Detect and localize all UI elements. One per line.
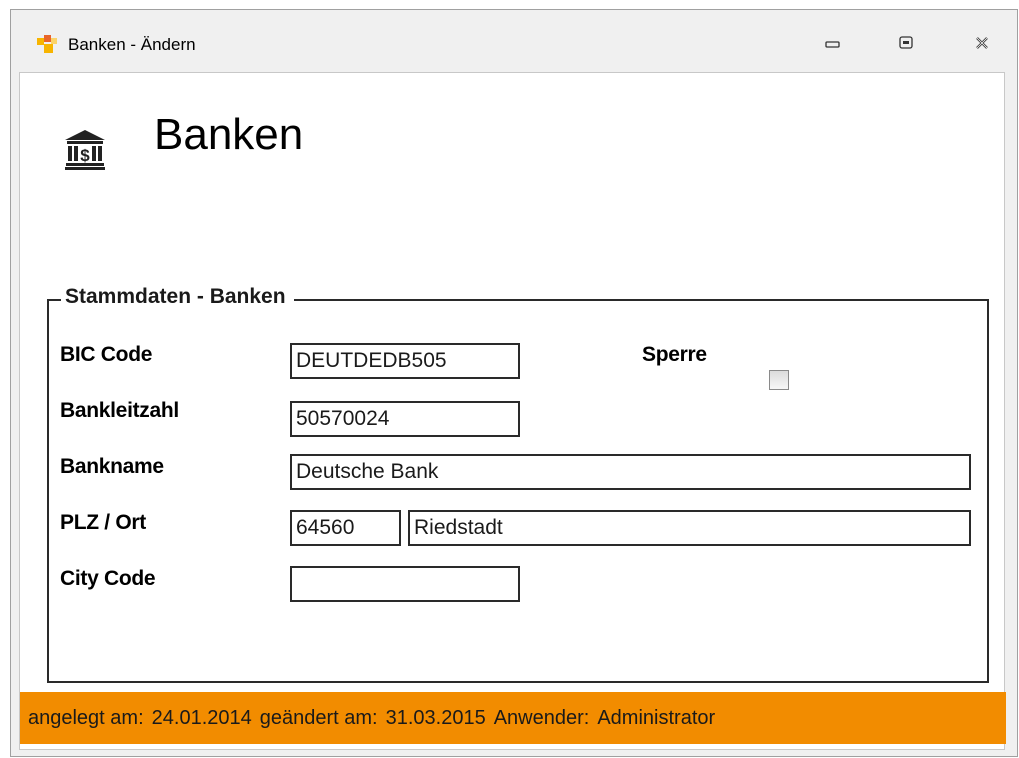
maximize-icon bbox=[898, 35, 914, 56]
bankname-input[interactable]: Deutsche Bank bbox=[290, 454, 971, 490]
page-title: Banken bbox=[154, 110, 304, 159]
title-bar[interactable]: Banken - Ändern bbox=[11, 10, 1017, 72]
ort-input[interactable]: Riedstadt bbox=[408, 510, 971, 546]
changed-label: geändert am: bbox=[259, 706, 378, 729]
group-legend: Stammdaten - Banken bbox=[61, 285, 294, 309]
form-area: $ Banken Stammdaten - Banken BIC Code DE… bbox=[19, 72, 1005, 750]
bank-edit-window: Banken - Ändern $ Banken Stammdaten - Ba… bbox=[10, 9, 1018, 757]
bankleitzahl-input[interactable]: 50570024 bbox=[290, 401, 520, 437]
user-name: Administrator bbox=[597, 706, 716, 729]
minimize-icon bbox=[825, 36, 841, 54]
city-code-input[interactable] bbox=[290, 566, 520, 602]
minimize-button[interactable] bbox=[816, 30, 850, 60]
plz-ort-label: PLZ / Ort bbox=[60, 511, 146, 534]
sperre-label: Sperre bbox=[642, 343, 707, 366]
svg-text:$: $ bbox=[80, 146, 90, 165]
bankname-label: Bankname bbox=[60, 455, 164, 478]
close-button[interactable] bbox=[965, 30, 999, 60]
bankleitzahl-label: Bankleitzahl bbox=[60, 399, 179, 422]
status-bar: angelegt am: 24.01.2014 geändert am: 31.… bbox=[20, 692, 1006, 744]
changed-date: 31.03.2015 bbox=[385, 706, 486, 729]
bic-code-input[interactable]: DEUTDEDB505 bbox=[290, 343, 520, 379]
bank-icon: $ bbox=[64, 129, 106, 171]
sperre-checkbox[interactable] bbox=[769, 370, 789, 390]
stammdaten-group: Stammdaten - Banken BIC Code DEUTDEDB505… bbox=[47, 285, 989, 683]
city-code-label: City Code bbox=[60, 567, 156, 590]
created-label: angelegt am: bbox=[28, 706, 144, 729]
bic-code-label: BIC Code bbox=[60, 343, 153, 366]
user-label: Anwender: bbox=[493, 706, 590, 729]
app-icon bbox=[36, 34, 58, 56]
maximize-button[interactable] bbox=[889, 30, 923, 60]
window-title: Banken - Ändern bbox=[68, 35, 196, 54]
close-icon bbox=[974, 35, 990, 56]
plz-input[interactable]: 64560 bbox=[290, 510, 401, 546]
created-date: 24.01.2014 bbox=[151, 706, 252, 729]
